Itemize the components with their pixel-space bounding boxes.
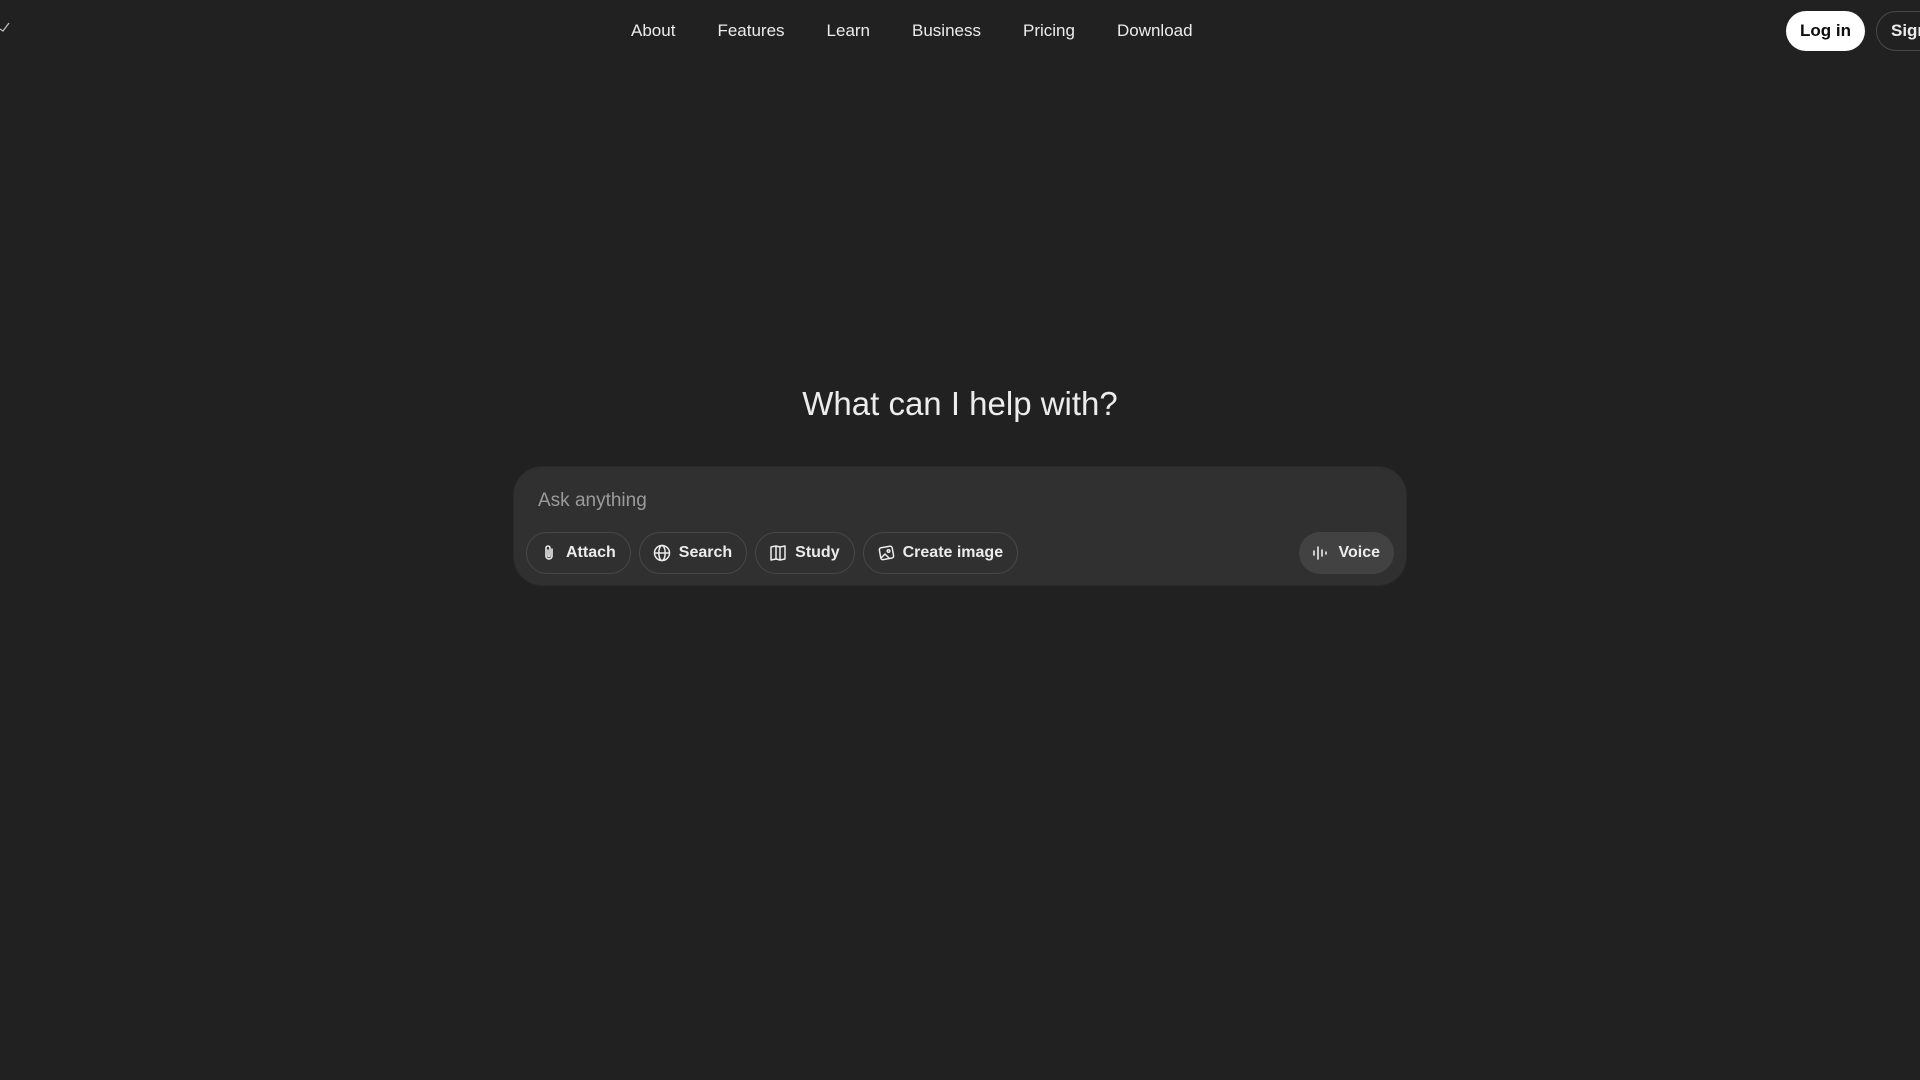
- nav-link-features[interactable]: Features: [696, 13, 805, 49]
- waveform-icon: [1312, 546, 1327, 560]
- nav-link-download[interactable]: Download: [1096, 13, 1214, 49]
- voice-button[interactable]: Voice: [1298, 532, 1394, 574]
- composer-tools: Attach Search Study Create image: [526, 532, 1019, 574]
- nav-link-about[interactable]: About: [631, 13, 696, 49]
- attach-button[interactable]: Attach: [526, 532, 631, 574]
- signup-button[interactable]: Sign: [1875, 11, 1920, 51]
- page: About Features Learn Business Pricing Do…: [0, 0, 1920, 1080]
- create-image-button[interactable]: Create image: [862, 532, 1019, 574]
- study-button[interactable]: Study: [755, 532, 855, 574]
- nav-links: About Features Learn Business Pricing Do…: [631, 0, 1214, 62]
- create-image-label: Create image: [902, 544, 1004, 561]
- nav-link-business[interactable]: Business: [891, 13, 1002, 49]
- search-button[interactable]: Search: [638, 532, 748, 574]
- book-icon: [770, 545, 786, 561]
- search-label: Search: [678, 544, 733, 561]
- prompt-input[interactable]: [538, 487, 1378, 515]
- top-navigation: About Features Learn Business Pricing Do…: [0, 0, 1920, 62]
- image-icon: [878, 545, 894, 561]
- nav-link-learn[interactable]: Learn: [806, 13, 891, 49]
- prompt-composer: Attach Search Study: [514, 467, 1406, 585]
- auth-buttons: Log in Sign: [1786, 11, 1920, 51]
- nav-link-pricing[interactable]: Pricing: [1002, 13, 1096, 49]
- globe-icon: [653, 544, 671, 562]
- paperclip-icon: [545, 545, 553, 560]
- study-label: Study: [795, 544, 840, 561]
- voice-label: Voice: [1338, 544, 1381, 561]
- page-title: What can I help with?: [802, 385, 1118, 422]
- login-button[interactable]: Log in: [1786, 11, 1865, 51]
- attach-label: Attach: [566, 544, 616, 561]
